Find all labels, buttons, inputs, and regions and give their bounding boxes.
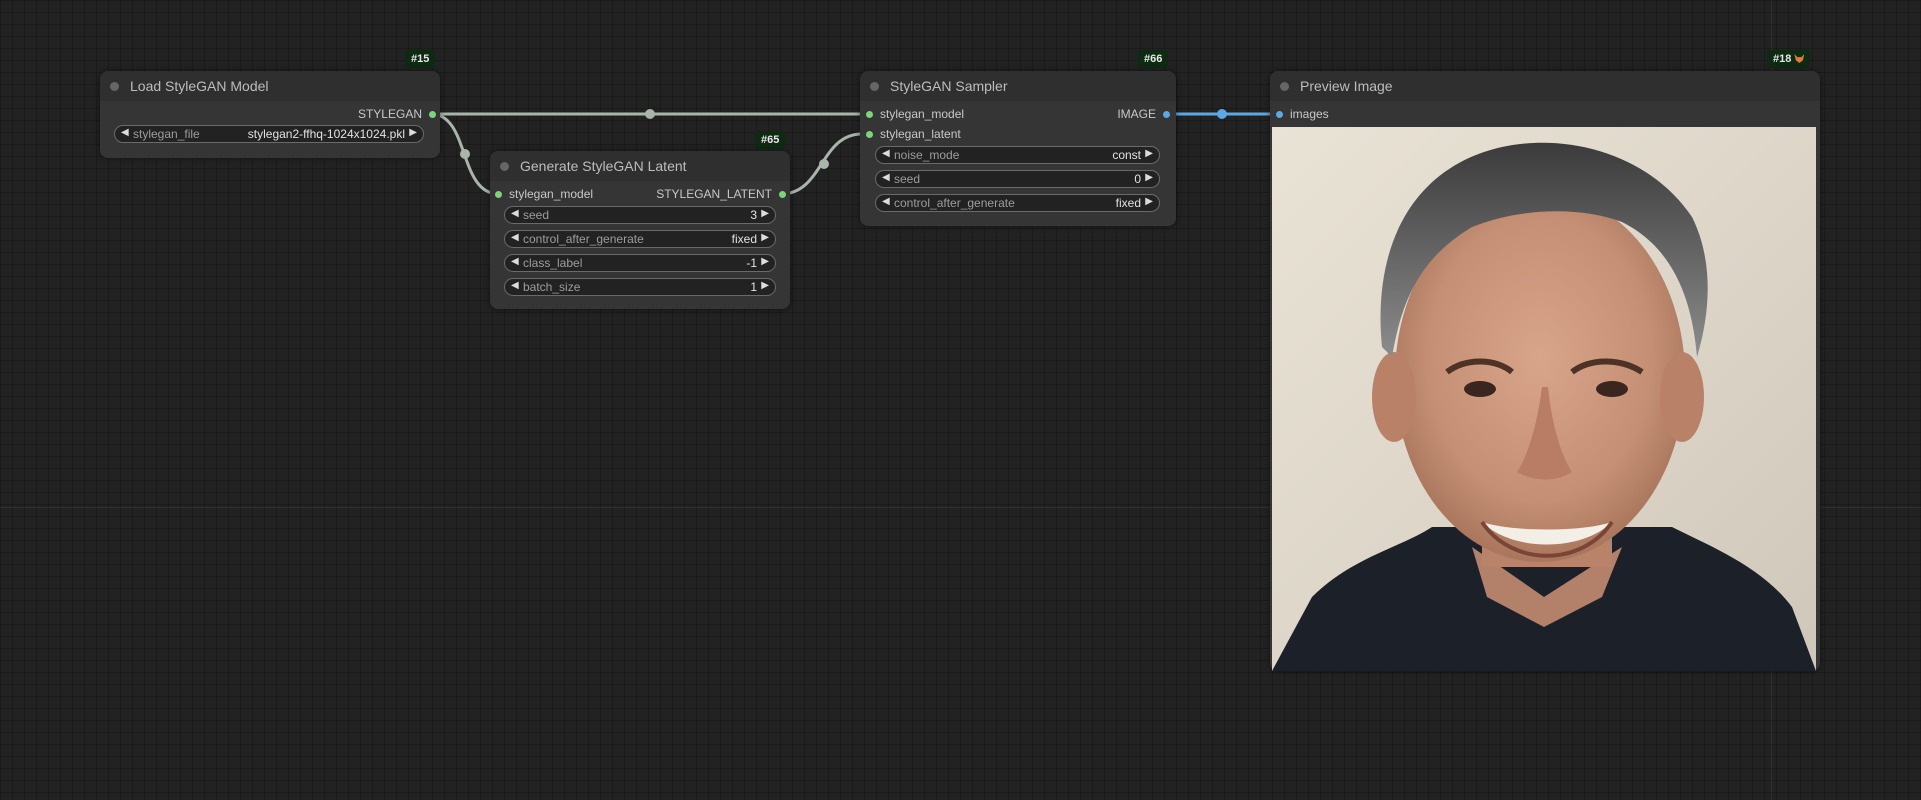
arrow-left-icon[interactable]: ◀ (511, 256, 519, 267)
widget-stylegan-file[interactable]: ◀ stylegan_file stylegan2-ffhq-1024x1024… (114, 125, 424, 143)
widget-control-after-generate[interactable]: ◀ control_after_generate fixed ▶ (504, 230, 776, 248)
arrow-left-icon[interactable]: ◀ (511, 280, 519, 291)
widget-class-label[interactable]: ◀ class_label -1 ▶ (504, 254, 776, 272)
slot-label: stylegan_model (509, 187, 594, 201)
widget-label: control_after_generate (523, 232, 644, 246)
link-reroute-dot (460, 149, 470, 159)
arrow-left-icon[interactable]: ◀ (121, 127, 129, 138)
node-header[interactable]: Generate StyleGAN Latent (490, 151, 790, 181)
widget-value: fixed (731, 232, 757, 246)
widget-label: control_after_generate (894, 196, 1015, 210)
node-id-badge: #18 (1767, 50, 1811, 68)
arrow-right-icon[interactable]: ▶ (1145, 172, 1153, 183)
slot-label: IMAGE (1117, 107, 1156, 121)
arrow-left-icon[interactable]: ◀ (511, 208, 519, 219)
arrow-left-icon[interactable]: ◀ (882, 148, 890, 159)
widget-seed[interactable]: ◀ seed 0 ▶ (875, 170, 1160, 188)
collapse-dot-icon[interactable] (870, 82, 879, 91)
widget-label: seed (523, 208, 550, 222)
preview-image[interactable] (1272, 127, 1816, 671)
widget-value: const (1112, 148, 1141, 162)
widget-value: 0 (1134, 172, 1141, 186)
link-reroute-dot (819, 159, 829, 169)
node-title: Load StyleGAN Model (130, 78, 269, 94)
arrow-right-icon[interactable]: ▶ (1145, 148, 1153, 159)
link-latent-to-sampler (780, 132, 863, 196)
node-stylegan-sampler[interactable]: StyleGAN Sampler stylegan_model stylegan… (860, 71, 1176, 226)
input-slot-stylegan-model[interactable]: stylegan_model (866, 107, 964, 121)
widget-value: stylegan2-ffhq-1024x1024.pkl (247, 127, 405, 141)
output-slot-image[interactable]: IMAGE (1117, 107, 1170, 121)
arrow-right-icon[interactable]: ▶ (761, 256, 769, 267)
widget-value: 1 (750, 280, 757, 294)
node-id-badge: #65 (755, 131, 786, 149)
fox-icon (1794, 54, 1805, 63)
widget-label: class_label (523, 256, 583, 270)
widget-label: seed (894, 172, 921, 186)
widget-label: batch_size (523, 280, 581, 294)
node-load-stylegan-model[interactable]: Load StyleGAN Model STYLEGAN ◀ stylegan_… (100, 71, 440, 158)
output-pin-icon[interactable] (429, 111, 436, 118)
widget-label: stylegan_file (133, 127, 200, 141)
input-pin-icon[interactable] (866, 131, 873, 138)
input-slot-stylegan-latent[interactable]: stylegan_latent (866, 127, 961, 141)
node-title: Preview Image (1300, 78, 1393, 94)
arrow-right-icon[interactable]: ▶ (1145, 196, 1153, 207)
arrow-left-icon[interactable]: ◀ (882, 196, 890, 207)
input-pin-icon[interactable] (1276, 111, 1283, 118)
output-pin-icon[interactable] (779, 191, 786, 198)
input-slot-images[interactable]: images (1276, 107, 1329, 121)
node-title: Generate StyleGAN Latent (520, 158, 687, 174)
output-pin-icon[interactable] (1163, 111, 1170, 118)
output-slot-stylegan[interactable]: STYLEGAN (358, 107, 436, 121)
node-header[interactable]: Preview Image (1270, 71, 1820, 101)
slot-label: images (1290, 107, 1329, 121)
widget-value: fixed (1115, 196, 1141, 210)
collapse-dot-icon[interactable] (500, 162, 509, 171)
arrow-right-icon[interactable]: ▶ (761, 280, 769, 291)
badge-text: #18 (1773, 53, 1792, 65)
link-reroute-dot (1217, 109, 1227, 119)
slot-label: STYLEGAN (357, 107, 422, 121)
widget-seed[interactable]: ◀ seed 3 ▶ (504, 206, 776, 224)
slot-label: STYLEGAN_LATENT (656, 187, 772, 201)
slot-label: stylegan_model (880, 107, 965, 121)
arrow-right-icon[interactable]: ▶ (761, 208, 769, 219)
collapse-dot-icon[interactable] (110, 82, 119, 91)
widget-control-after-generate[interactable]: ◀ control_after_generate fixed ▶ (875, 194, 1160, 212)
input-slot-stylegan-model[interactable]: stylegan_model (495, 187, 593, 201)
node-id-badge: #15 (405, 50, 436, 68)
arrow-left-icon[interactable]: ◀ (882, 172, 890, 183)
arrow-right-icon[interactable]: ▶ (761, 232, 769, 243)
widget-label: noise_mode (894, 148, 960, 162)
widget-value: 3 (750, 208, 757, 222)
link-stylegan-to-latent (430, 112, 500, 196)
widget-batch-size[interactable]: ◀ batch_size 1 ▶ (504, 278, 776, 296)
widget-noise-mode[interactable]: ◀ noise_mode const ▶ (875, 146, 1160, 164)
input-pin-icon[interactable] (495, 191, 502, 198)
arrow-right-icon[interactable]: ▶ (409, 127, 417, 138)
collapse-dot-icon[interactable] (1280, 82, 1289, 91)
generated-face-image (1272, 142, 1816, 671)
slot-label: stylegan_latent (880, 127, 961, 141)
output-slot-stylegan-latent[interactable]: STYLEGAN_LATENT (656, 187, 786, 201)
node-preview-image[interactable]: Preview Image images (1270, 71, 1820, 671)
arrow-left-icon[interactable]: ◀ (511, 232, 519, 243)
input-pin-icon[interactable] (866, 111, 873, 118)
link-reroute-dot (645, 109, 655, 119)
node-generate-stylegan-latent[interactable]: Generate StyleGAN Latent stylegan_model … (490, 151, 790, 309)
widget-value: -1 (746, 256, 757, 270)
node-id-badge: #66 (1138, 50, 1169, 68)
node-header[interactable]: Load StyleGAN Model (100, 71, 440, 101)
node-title: StyleGAN Sampler (890, 78, 1008, 94)
node-header[interactable]: StyleGAN Sampler (860, 71, 1176, 101)
